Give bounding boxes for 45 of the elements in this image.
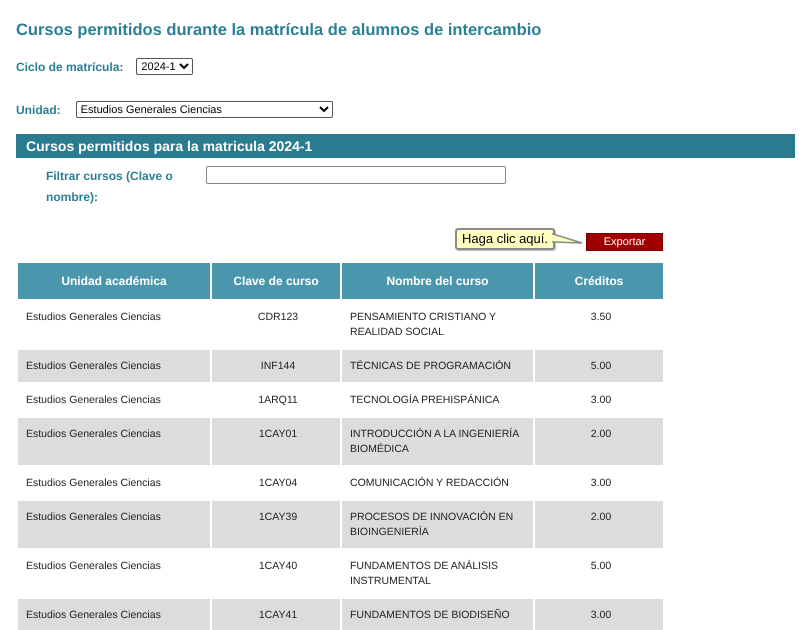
table-cell: Estudios Generales Ciencias — [18, 501, 210, 548]
table-cell-text: Estudios Generales Ciencias — [25, 559, 162, 574]
table-cell: Estudios Generales Ciencias — [18, 418, 210, 465]
field-label: Unidad: — [16, 102, 61, 116]
table-cell-text: 1ARQ11 — [257, 393, 299, 408]
table-cell: 3.00 — [535, 599, 663, 630]
column-header: Clave de curso — [212, 263, 340, 299]
table-cell: 2.00 — [535, 501, 663, 548]
table-cell-text: 3.00 — [590, 393, 612, 408]
table-cell-text: COMUNICACIÓN Y REDACCIÓN — [349, 476, 510, 491]
table-cell-text: CDR123 — [256, 310, 300, 325]
table-cell: 5.00 — [535, 350, 663, 382]
table-cell: 2.00 — [535, 418, 663, 465]
table-cell-text: TECNOLOGÍA PREHISPÁNICA — [349, 392, 500, 408]
cycle-dropdown[interactable]: 2024-1 — [136, 58, 194, 75]
column-header: Nombre del curso — [342, 263, 533, 299]
table-cell: TÉCNICAS DE PROGRAMACIÓN — [342, 350, 533, 382]
table-cell: Estudios Generales Ciencias — [18, 350, 210, 382]
column-header: Unidad académica — [18, 263, 210, 299]
filter-field[interactable] — [206, 166, 506, 184]
column-header: Créditos — [535, 263, 663, 299]
table-cell-text: Estudios Generales Ciencias — [25, 476, 162, 491]
table-cell-text: 1CAY04 — [258, 476, 298, 491]
table-cell: INTRODUCCIÓN A LA INGENIERÍA BIOMÉDICA — [342, 418, 533, 465]
table-cell-text: Estudios Generales Ciencias — [25, 310, 162, 325]
table-cell: PROCESOS DE INNOVACIÓN EN BIOINGENIERÍA — [342, 501, 533, 548]
table-cell-text: PENSAMIENTO CRISTIANO Y REALIDAD SOCIAL — [349, 310, 497, 340]
table-cell-text: FUNDAMENTOS DE ANÁLISIS INSTRUMENTAL — [349, 558, 500, 589]
section-header: Cursos permitidos para la matricula 2024-1 — [16, 134, 795, 158]
table-cell-text: 3.00 — [590, 476, 612, 491]
page-title: Cursos permitidos durante la matrícula de alumnos de intercambio — [16, 20, 542, 40]
table-cell-text: 5.00 — [590, 559, 612, 574]
unit-dropdown[interactable]: Estudios Generales Ciencias — [76, 101, 333, 118]
table-cell: INF144 — [212, 350, 340, 382]
field-label: Filtrar cursos (Clave o nombre): — [46, 168, 174, 206]
table-cell: FUNDAMENTOS DE BIODISEÑO — [342, 599, 533, 630]
table-cell: 1CAY41 — [212, 599, 340, 630]
table-cell: 1CAY01 — [212, 418, 340, 465]
table-cell: 1CAY39 — [212, 501, 340, 548]
field-label: Ciclo de matrícula: — [16, 60, 124, 74]
table-cell: Estudios Generales Ciencias — [18, 599, 210, 630]
table-cell-text: 3.50 — [590, 310, 612, 325]
table-cell-text: Estudios Generales Ciencias — [25, 393, 162, 408]
table-cell-text: 1CAY40 — [258, 559, 298, 574]
export-button[interactable]: Exportar — [586, 233, 663, 251]
